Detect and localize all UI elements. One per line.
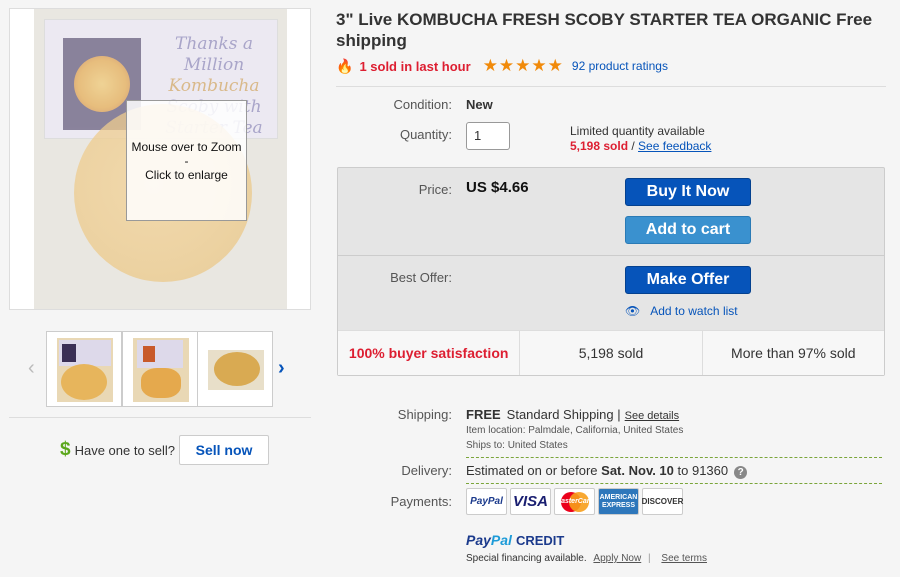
sell-promo: $ Have one to sell? Sell now bbox=[60, 434, 270, 466]
see-feedback-link[interactable]: See feedback bbox=[638, 139, 711, 153]
help-icon[interactable]: ? bbox=[734, 466, 748, 479]
sell-now-button[interactable]: Sell now bbox=[179, 435, 270, 465]
item-title: 3" Live KOMBUCHA FRESH SCOBY STARTER TEA… bbox=[336, 10, 873, 50]
see-terms-link[interactable]: See terms bbox=[661, 553, 707, 564]
sold-last-hour: 1 sold in last hour bbox=[359, 58, 471, 74]
special-financing: Special financing available. Apply Now |… bbox=[466, 553, 707, 564]
discover-logo: DISCOVER bbox=[642, 488, 683, 515]
quantity-label: Quantity: bbox=[399, 127, 452, 142]
thumbnail-3[interactable] bbox=[197, 331, 273, 407]
delivery-estimate: Estimated on or before Sat. Nov. 10 to 9… bbox=[466, 463, 748, 479]
apply-now-link[interactable]: Apply Now bbox=[593, 553, 641, 564]
price-value: US $4.66 bbox=[466, 179, 529, 196]
seller-stats: 100% buyer satisfaction 5,198 sold More … bbox=[338, 330, 884, 375]
thumbnail-2[interactable] bbox=[122, 331, 198, 407]
sold-count: 5,198 sold bbox=[570, 139, 629, 153]
buyer-satisfaction: 100% buyer satisfaction bbox=[338, 331, 521, 375]
shipping-label: Shipping: bbox=[397, 407, 452, 422]
divider bbox=[9, 417, 311, 418]
add-to-watch-list[interactable]: 👁 Add to watch list bbox=[625, 304, 738, 318]
star-rating[interactable]: ★★★★★ bbox=[483, 57, 564, 75]
chevron-left-icon[interactable]: ‹ bbox=[28, 357, 35, 380]
payments-label: Payments: bbox=[390, 494, 452, 509]
chevron-right-icon[interactable]: › bbox=[278, 357, 285, 380]
add-to-cart-button[interactable]: Add to cart bbox=[625, 216, 751, 244]
best-offer-label: Best Offer: bbox=[390, 270, 452, 285]
payment-logos: PayPal VISA MasterCard AMERICAN EXPRESS … bbox=[466, 488, 686, 515]
paypal-logo: PayPal bbox=[466, 488, 507, 515]
divider bbox=[336, 86, 886, 87]
listing-details: 3" Live KOMBUCHA FRESH SCOBY STARTER TEA… bbox=[336, 0, 886, 577]
limited-quantity: Limited quantity available bbox=[570, 124, 705, 138]
percent-sold-stat: More than 97% sold bbox=[731, 345, 856, 361]
sell-question: Have one to sell? bbox=[74, 442, 176, 458]
amex-logo: AMERICAN EXPRESS bbox=[598, 488, 639, 515]
watch-label[interactable]: Add to watch list bbox=[650, 304, 737, 318]
item-location: Item location: Palmdale, California, Uni… bbox=[466, 425, 684, 436]
make-offer-button[interactable]: Make Offer bbox=[625, 266, 751, 294]
quantity-input[interactable]: 1 bbox=[466, 122, 510, 150]
see-details-link[interactable]: See details bbox=[625, 410, 679, 422]
divider bbox=[466, 483, 882, 484]
price-label: Price: bbox=[418, 182, 452, 197]
zoom-hint[interactable]: Mouse over to Zoom - Click to enlarge bbox=[126, 100, 247, 221]
visa-logo: VISA bbox=[510, 488, 551, 515]
sold-info: 5,198 sold / See feedback bbox=[570, 139, 712, 153]
main-product-image[interactable]: Thanks a Million Kombucha Scoby with Sta… bbox=[34, 9, 287, 309]
thumbnail-1[interactable] bbox=[46, 331, 122, 407]
sold-stat: 5,198 sold bbox=[520, 331, 703, 375]
shipping-info: FREE Standard Shipping | See details bbox=[466, 407, 680, 422]
condition-label: Condition: bbox=[393, 97, 452, 112]
mastercard-logo: MasterCard bbox=[554, 488, 595, 515]
divider bbox=[338, 255, 884, 256]
paypal-credit-logo: PayPal CREDIT bbox=[466, 532, 565, 548]
divider bbox=[466, 457, 882, 458]
dollar-icon: $ bbox=[60, 439, 71, 460]
main-image-frame[interactable]: Thanks a Million Kombucha Scoby with Sta… bbox=[9, 8, 311, 310]
flame-icon: 🔥 bbox=[336, 57, 354, 74]
eye-icon: 👁 bbox=[625, 304, 641, 318]
image-gallery: Thanks a Million Kombucha Scoby with Sta… bbox=[0, 0, 320, 577]
ships-to: Ships to: United States bbox=[466, 440, 568, 451]
thumbnail-strip: ‹ › bbox=[26, 331, 296, 407]
delivery-label: Delivery: bbox=[401, 463, 452, 478]
buy-it-now-button[interactable]: Buy It Now bbox=[625, 178, 751, 206]
listing-meta: 🔥 1 sold in last hour ★★★★★ 92 product r… bbox=[336, 57, 668, 75]
condition-value: New bbox=[466, 97, 493, 112]
ratings-link[interactable]: 92 product ratings bbox=[572, 59, 668, 73]
